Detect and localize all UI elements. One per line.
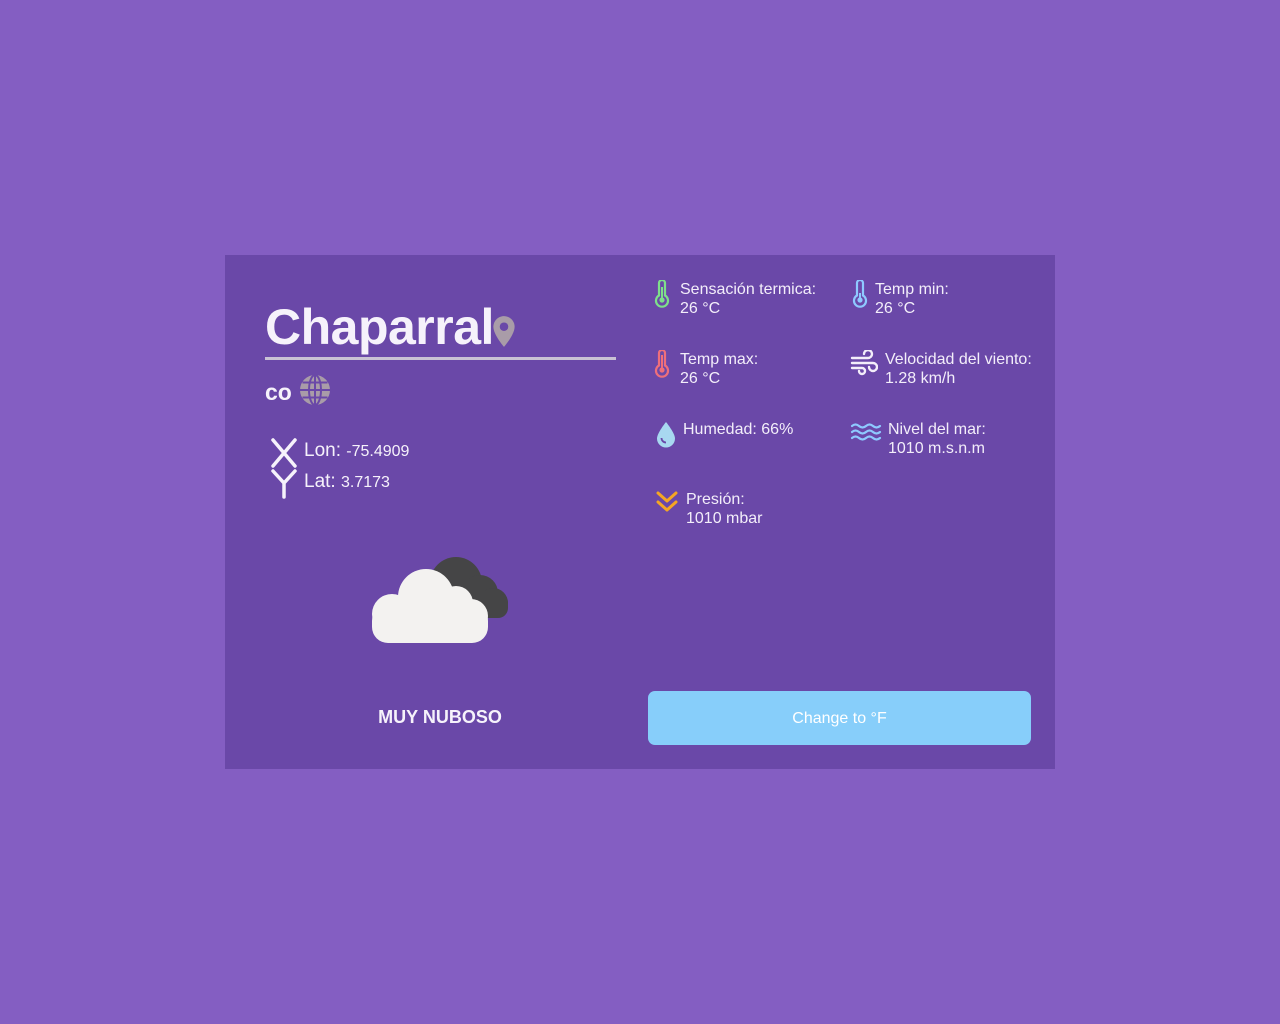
city-header: Chaparral (265, 297, 616, 360)
temp-max-label: Temp max: (680, 351, 759, 368)
thermometer-red-icon (654, 350, 670, 378)
stat-feels-like: Sensación termica: 26 °C (652, 280, 816, 318)
temp-min-label: Temp min: (875, 281, 949, 298)
location-pin-icon (493, 316, 515, 347)
droplet-icon (657, 422, 675, 448)
change-unit-button[interactable]: Change to °F (648, 691, 1031, 745)
pressure-value: 1010 mbar (686, 510, 763, 527)
x-axis-icon (271, 438, 297, 468)
city-name: Chaparral (265, 299, 494, 355)
stat-pressure: Presión: 1010 mbar (655, 490, 763, 528)
wind-value: 1.28 km/h (885, 370, 956, 387)
waves-icon (850, 423, 882, 441)
stat-temp-max: Temp max: 26 °C (652, 350, 758, 388)
weather-description: MUY NUBOSO (378, 707, 502, 727)
weather-card: Chaparral co Lon: -75.4909 Lat: 3.7173 M… (225, 255, 1055, 769)
latitude-label: Lat: (304, 471, 336, 492)
wind-icon (850, 350, 878, 376)
feels-like-value: 26 °C (680, 300, 721, 317)
temp-min-value: 26 °C (875, 300, 916, 317)
feels-like-label: Sensación termica: (680, 281, 817, 298)
latitude: Lat: 3.7173 (271, 469, 471, 499)
thermometer-green-icon (654, 280, 670, 308)
globe-icon (300, 374, 330, 406)
country-code: co (265, 379, 292, 405)
pressure-label: Presión: (686, 491, 745, 508)
longitude-value: -75.4909 (346, 443, 410, 460)
thermometer-blue-icon (852, 280, 868, 308)
temp-max-value: 26 °C (680, 370, 721, 387)
sea-level-value: 1010 m.s.n.m (888, 440, 985, 457)
double-chevron-down-icon (656, 491, 678, 512)
y-axis-icon (271, 469, 297, 499)
stat-sea-level: Nivel del mar: 1010 m.s.n.m (850, 420, 986, 458)
broken-clouds-icon (372, 557, 508, 643)
stat-temp-min: Temp min: 26 °C (850, 280, 949, 318)
latitude-value: 3.7173 (340, 474, 390, 491)
sea-level-label: Nivel del mar: (888, 421, 986, 438)
humidity-label: Humedad: 66% (683, 421, 794, 438)
wind-label: Velocidad del viento: (885, 351, 1032, 368)
longitude: Lon: -75.4909 (271, 438, 471, 468)
longitude-label: Lon: (304, 440, 341, 461)
stat-humidity: Humedad: 66% (655, 420, 794, 448)
stat-wind: Velocidad del viento: 1.28 km/h (850, 350, 1032, 388)
